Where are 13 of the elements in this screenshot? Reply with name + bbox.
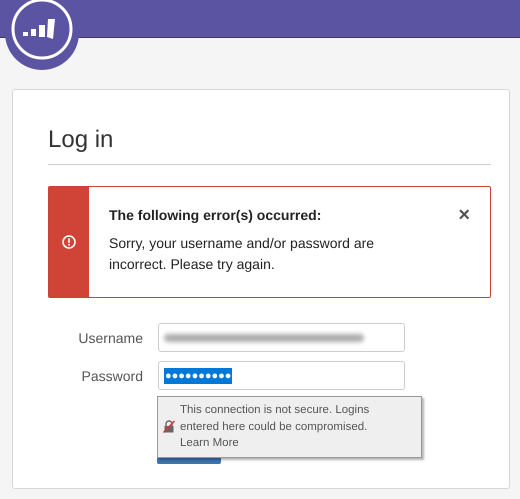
learn-more-link[interactable]: Learn More <box>180 435 239 452</box>
username-field[interactable] <box>158 323 405 352</box>
logo-icon <box>5 0 79 70</box>
field-label: Password <box>80 368 143 384</box>
warning-icon <box>62 235 76 249</box>
page-title: Log in <box>48 126 491 165</box>
field-label: Username <box>77 330 143 346</box>
alert-heading: The following error(s) occurred: <box>109 207 322 223</box>
close-button[interactable]: × <box>458 205 470 225</box>
tooltip-message: This connection is not secure. Logins entered here could be compromised. <box>180 403 370 434</box>
insecure-lock-icon <box>163 420 175 434</box>
alert-message: Sorry, your username and/or password are incorrect. Please try again. <box>109 234 376 274</box>
password-field[interactable]: ●●●●●●●●●● <box>158 361 405 390</box>
